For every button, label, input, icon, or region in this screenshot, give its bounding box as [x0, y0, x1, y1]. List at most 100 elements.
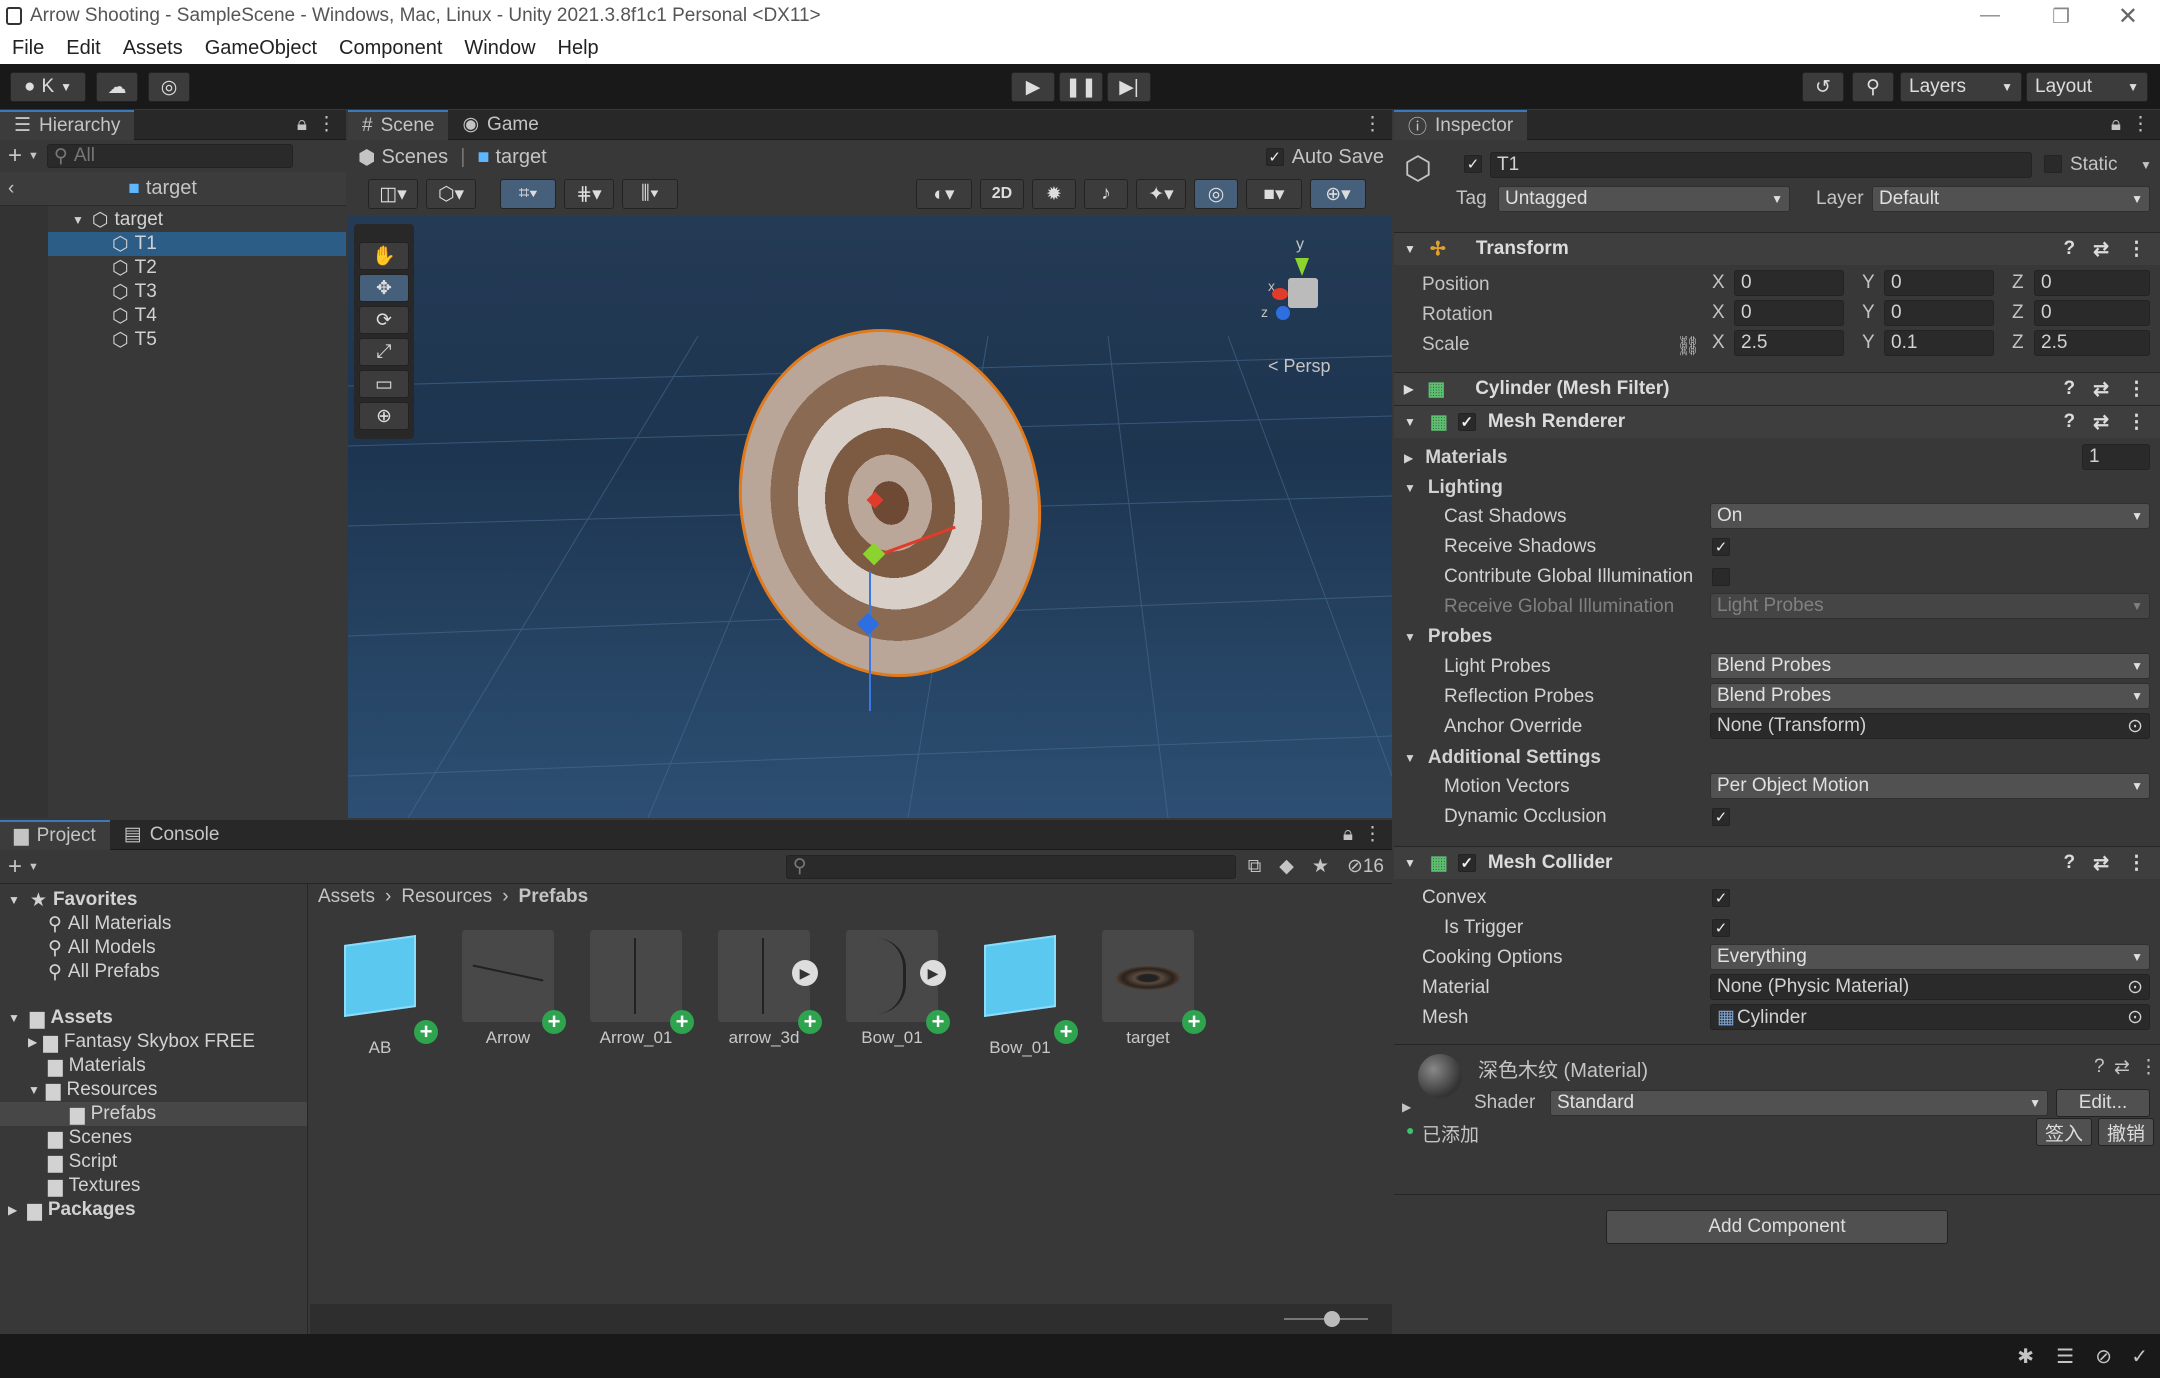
transform-tool-icon[interactable]: ⊕: [359, 402, 409, 430]
grid-icon[interactable]: ⋕▾: [564, 179, 614, 209]
render-mode-dropdown[interactable]: ⬡▾: [426, 179, 476, 209]
minimize-icon[interactable]: —: [1980, 4, 2000, 27]
layers-status-icon[interactable]: ☰: [2056, 1344, 2074, 1369]
kebab-menu-icon[interactable]: ⋮: [2139, 1056, 2158, 1079]
search-by-label-icon[interactable]: ◆: [1279, 855, 1294, 878]
lock-icon[interactable]: 🔒︎: [1343, 824, 1353, 846]
hierarchy-item-t2[interactable]: ⬡ T2: [0, 256, 346, 280]
move-tool-icon[interactable]: ✥: [359, 274, 409, 302]
debug-icon[interactable]: ✱: [2017, 1344, 2034, 1369]
asset-arrow[interactable]: + Arrow: [462, 930, 568, 1048]
shader-edit-button[interactable]: Edit...: [2056, 1089, 2150, 1117]
tab-project[interactable]: ▆ Project: [0, 819, 110, 850]
lock-icon[interactable]: 🔒︎: [2111, 114, 2121, 136]
zoom-slider-handle[interactable]: [1324, 1311, 1340, 1327]
scene-header[interactable]: ‹ ■ target: [0, 172, 346, 206]
hierarchy-item-target[interactable]: ▼ ⬡ target: [0, 208, 346, 232]
project-search-input[interactable]: ⚲: [785, 854, 1236, 879]
active-checkbox[interactable]: ✓: [1464, 155, 1482, 173]
draw-mode-dropdown[interactable]: ◫▾: [368, 179, 418, 209]
hierarchy-item-t4[interactable]: ⬡ T4: [0, 304, 346, 328]
help-icon[interactable]: ?: [2063, 378, 2075, 400]
toggle-2d-button[interactable]: 2D: [980, 179, 1024, 209]
tab-hierarchy[interactable]: ☰ Hierarchy: [0, 109, 135, 140]
object-picker-icon[interactable]: ⊙: [2127, 1006, 2143, 1029]
sign-in-button[interactable]: 签入: [2036, 1118, 2092, 1146]
static-checkbox[interactable]: [2044, 155, 2062, 173]
scale-x-field[interactable]: 2.5: [1734, 330, 1844, 356]
hierarchy-item-t3[interactable]: ⬡ T3: [0, 280, 346, 304]
rect-tool-icon[interactable]: ▭: [359, 370, 409, 398]
help-icon[interactable]: ?: [2063, 852, 2075, 874]
preset-icon[interactable]: ⇄: [2093, 411, 2109, 434]
probes-foldout[interactable]: ▼ Probes: [1404, 625, 1492, 649]
lock-icon[interactable]: 🔒︎: [297, 114, 307, 136]
folder-script[interactable]: ▆ Script: [0, 1150, 307, 1174]
cloud-icon[interactable]: ☁: [96, 72, 138, 102]
star-icon[interactable]: ★: [1312, 855, 1329, 878]
scale-tool-icon[interactable]: ⤢: [359, 338, 409, 366]
layout-dropdown[interactable]: Layout ▼: [2026, 72, 2148, 102]
receive-shadows-checkbox[interactable]: ✓: [1712, 538, 1730, 556]
breadcrumb-scenes[interactable]: Scenes: [381, 146, 448, 169]
mesh-filter-header[interactable]: ▶ ▦ Cylinder (Mesh Filter) ? ⇄ ⋮: [1394, 372, 2160, 405]
cooking-options-dropdown[interactable]: Everything ▼: [1710, 944, 2150, 970]
folder-fantasy-skybox[interactable]: ▶ ▆ Fantasy Skybox FREE: [0, 1030, 307, 1054]
search-by-type-icon[interactable]: ⧉: [1248, 856, 1262, 878]
undo-button[interactable]: 撤销: [2098, 1118, 2154, 1146]
menu-gameobject[interactable]: GameObject: [205, 37, 317, 60]
auto-save-checkbox[interactable]: ✓: [1265, 148, 1284, 166]
scale-z-field[interactable]: 2.5: [2034, 330, 2150, 356]
shading-dropdown[interactable]: ◐▾: [916, 179, 972, 209]
folder-textures[interactable]: ▆ Textures: [0, 1174, 307, 1198]
shader-dropdown[interactable]: Standard ▼: [1550, 1090, 2048, 1116]
mesh-collider-enabled-checkbox[interactable]: ✓: [1457, 854, 1476, 872]
menu-file[interactable]: File: [12, 37, 44, 60]
folder-prefabs[interactable]: ▆ Prefabs: [0, 1102, 307, 1126]
mesh-renderer-enabled-checkbox[interactable]: ✓: [1457, 413, 1476, 431]
breadcrumb-assets[interactable]: Assets: [318, 886, 375, 908]
orientation-gizmo[interactable]: y x z: [1258, 236, 1358, 326]
position-z-field[interactable]: 0: [2034, 270, 2150, 296]
hand-tool-icon[interactable]: ✋: [359, 242, 409, 270]
play-icon[interactable]: ▶: [792, 960, 818, 986]
is-trigger-checkbox[interactable]: ✓: [1712, 919, 1730, 937]
play-button[interactable]: ▶: [1011, 72, 1055, 102]
reflection-probes-dropdown[interactable]: Blend Probes ▼: [1710, 683, 2150, 709]
materials-count-field[interactable]: 1: [2082, 444, 2150, 470]
hierarchy-search-input[interactable]: ⚲ All: [46, 144, 293, 168]
kebab-menu-icon[interactable]: ⋮: [2127, 411, 2146, 434]
kebab-menu-icon[interactable]: ⋮: [1363, 113, 1382, 136]
favorites-foldout[interactable]: ▼ ★ Favorites: [0, 888, 307, 912]
help-icon[interactable]: ?: [2094, 1056, 2105, 1078]
object-picker-icon[interactable]: ⊙: [2127, 715, 2143, 738]
additional-settings-foldout[interactable]: ▼ Additional Settings: [1404, 746, 1601, 770]
menu-assets[interactable]: Assets: [123, 37, 183, 60]
kebab-menu-icon[interactable]: ⋮: [317, 113, 336, 136]
folder-scenes[interactable]: ▆ Scenes: [0, 1126, 307, 1150]
breadcrumb-target[interactable]: target: [495, 146, 546, 169]
tab-game[interactable]: ◉ Game: [448, 110, 552, 140]
rotation-x-field[interactable]: 0: [1734, 300, 1844, 326]
asset-bow-01-model[interactable]: ▶ + Bow_01: [846, 930, 952, 1048]
menu-window[interactable]: Window: [464, 37, 535, 60]
scene-viewport[interactable]: ✋ ✥ ⟳ ⤢ ▭ ⊕ y x z < Persp: [348, 216, 1392, 818]
preset-icon[interactable]: ⇄: [2114, 1056, 2130, 1079]
collider-material-field[interactable]: None (Physic Material) ⊙: [1710, 974, 2150, 1000]
tab-inspector[interactable]: ⓘ Inspector: [1394, 109, 1528, 140]
lighting-icon[interactable]: ✹: [1032, 179, 1076, 209]
asset-bow-01-prefab[interactable]: + Bow_01: [974, 930, 1080, 1058]
preset-icon[interactable]: ⇄: [2093, 378, 2109, 401]
lighting-foldout[interactable]: ▼ Lighting: [1404, 476, 1503, 500]
create-button[interactable]: +: [8, 142, 22, 170]
packages-foldout[interactable]: ▶ ▆ Packages: [0, 1198, 307, 1222]
cache-icon[interactable]: ⊘: [2095, 1344, 2112, 1369]
gizmos-icon[interactable]: ⊕▾: [1310, 179, 1366, 209]
tab-scene[interactable]: # Scene: [348, 109, 449, 140]
audio-icon[interactable]: ♪: [1084, 179, 1128, 209]
transform-header[interactable]: ▼ ✢ Transform ? ⇄ ⋮: [1394, 232, 2160, 265]
scale-y-field[interactable]: 0.1: [1884, 330, 1994, 356]
collider-mesh-field[interactable]: ▦ Cylinder ⊙: [1710, 1004, 2150, 1030]
visibility-icon[interactable]: ◎: [1194, 179, 1238, 209]
constrain-proportions-icon[interactable]: ⛓: [1676, 334, 1700, 358]
